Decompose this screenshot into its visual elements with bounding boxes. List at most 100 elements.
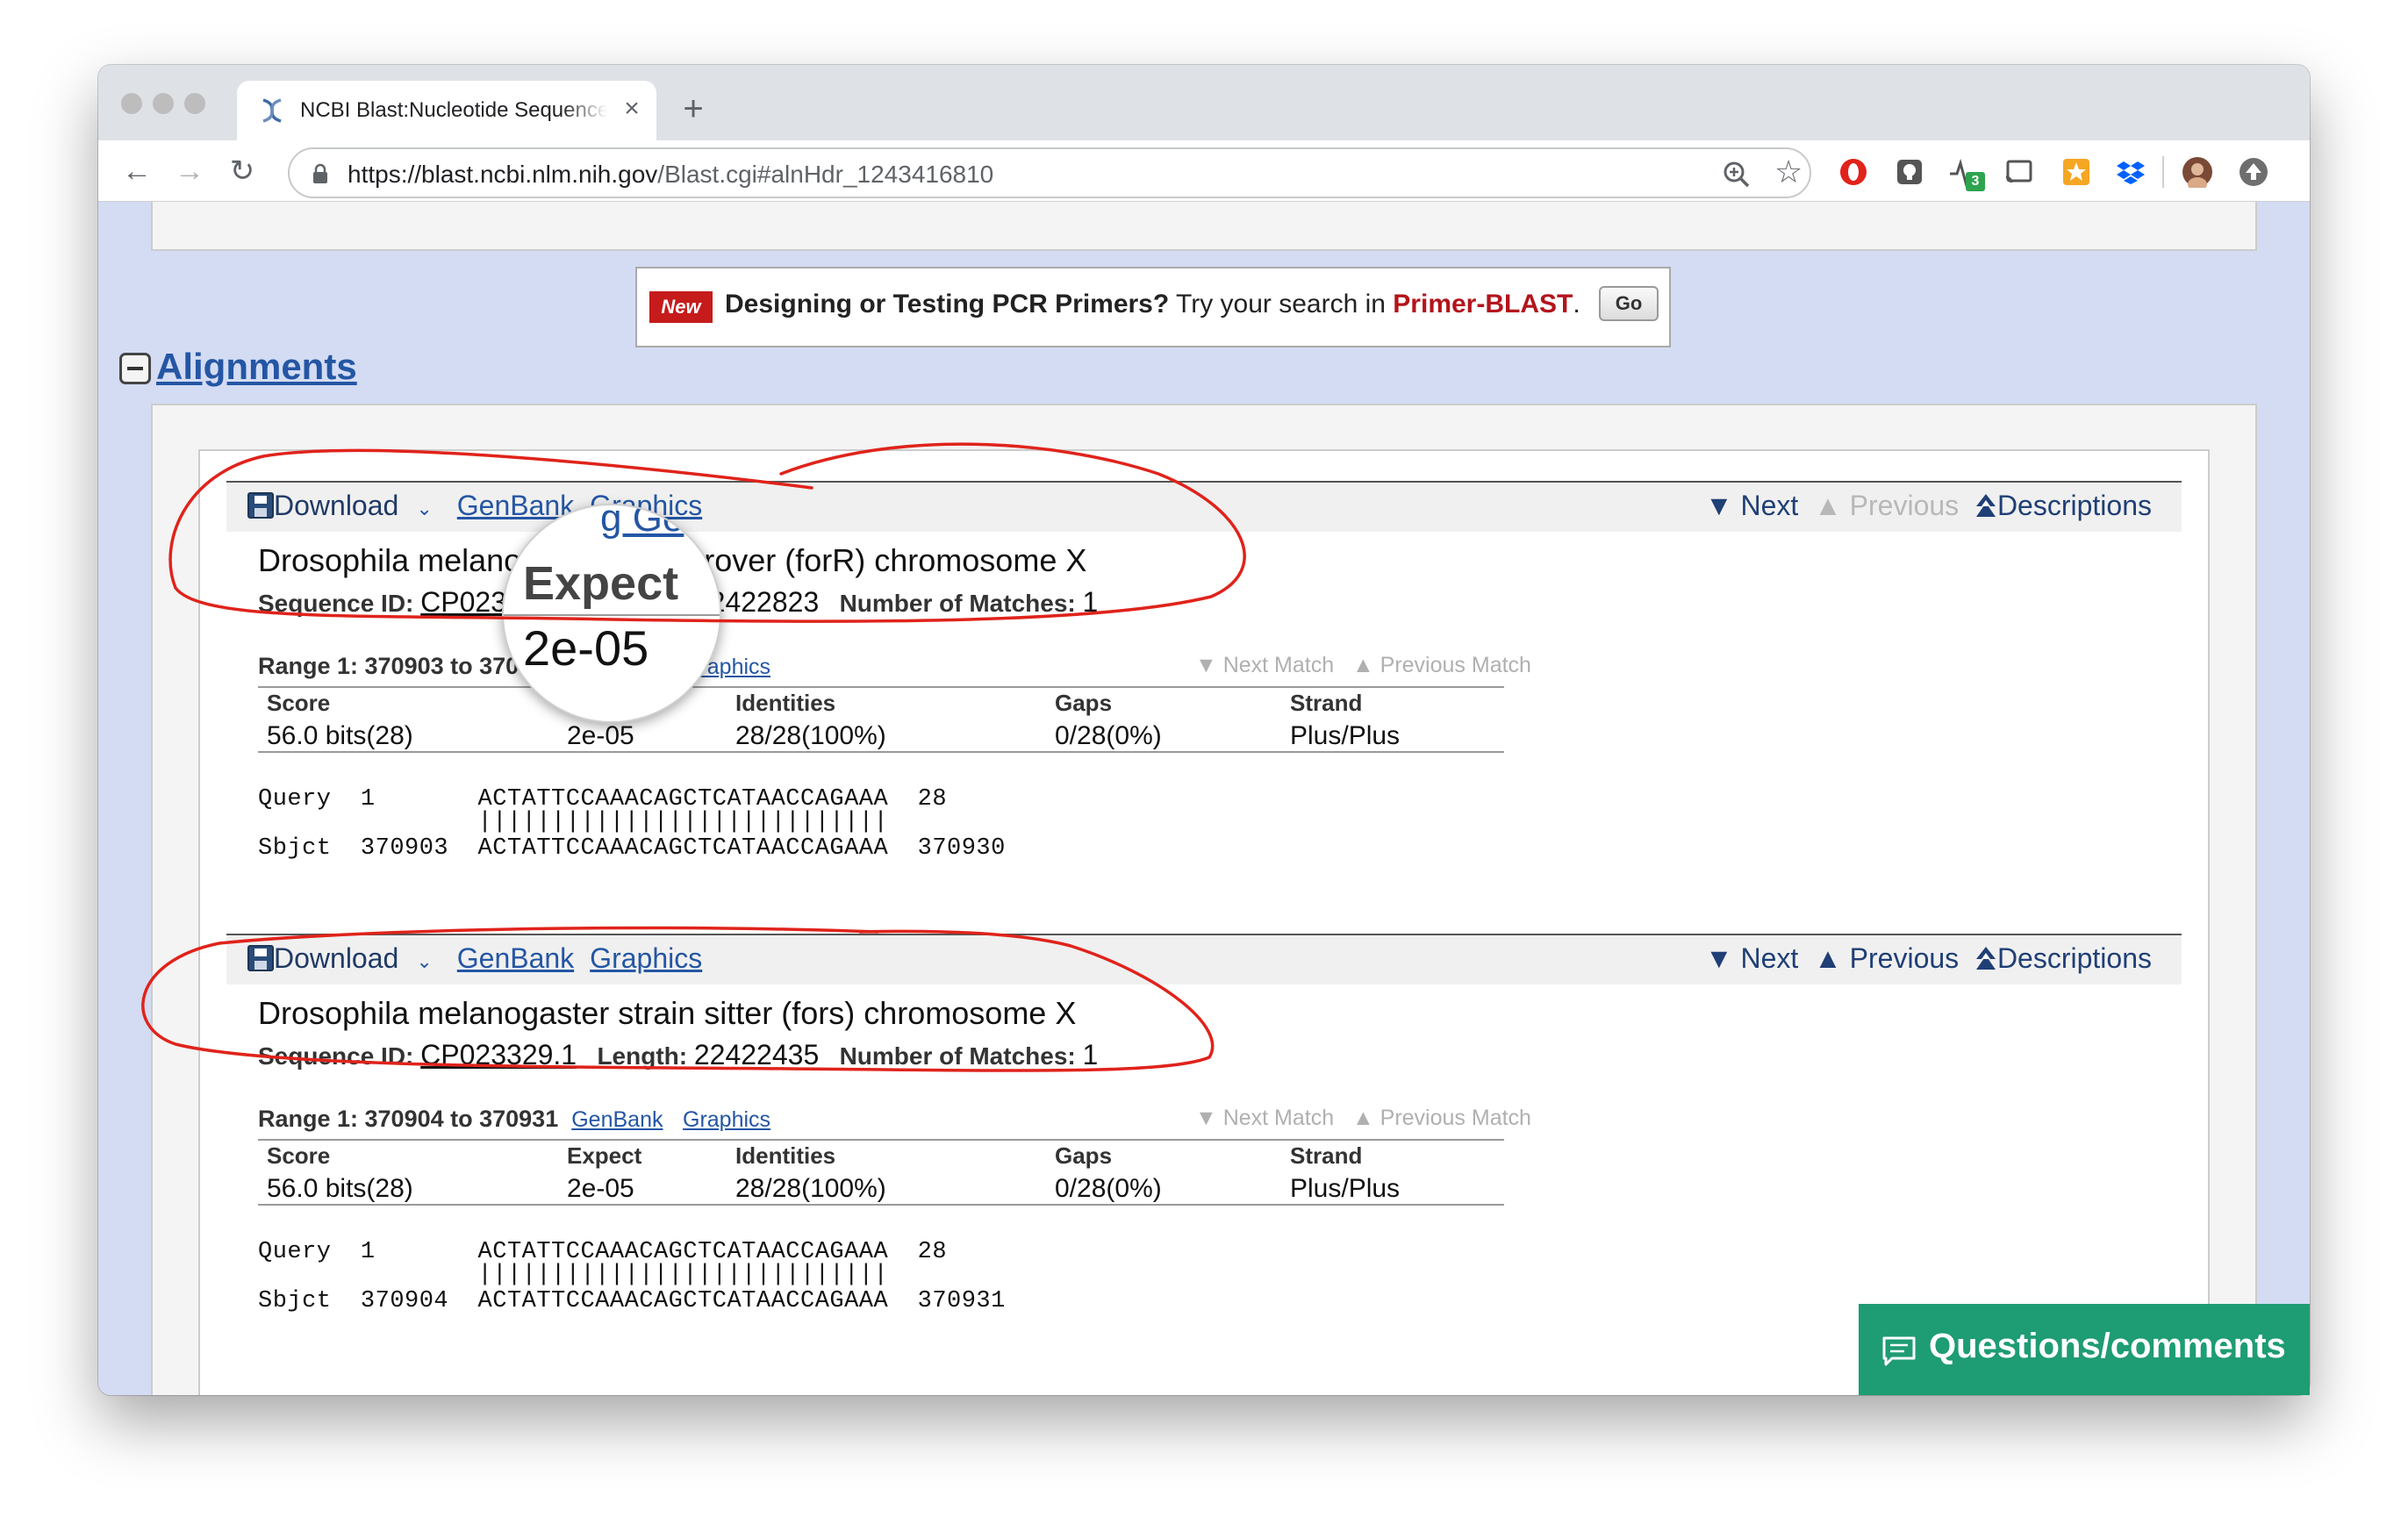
matches-label: Number of Matches: [839,590,1076,617]
reload-button[interactable]: ↻ [225,154,260,190]
sequence-id-label: Sequence ID: [258,590,414,617]
magnifier-callout: g Ge Expect 2e-05 [502,504,721,723]
matches-value: 1 [1082,1039,1099,1070]
genbank-link[interactable]: GenBank [457,942,574,974]
previous-link[interactable]: ▲ Previous [1814,490,1959,521]
download-button[interactable]: Download [274,942,398,974]
promo-bold-text: Designing or Testing PCR Primers? [725,290,1170,319]
toolbar-divider [2162,156,2164,188]
score-header: Score [267,1142,331,1169]
subject-line: Sbjct 370903 ACTATTCCAAACAGCTCATAACCAGAA… [258,835,1006,862]
comment-icon [1882,1336,1916,1366]
chevron-down-icon[interactable]: ⌄ [416,950,432,972]
previous-link[interactable]: ▲ Previous [1814,942,1959,974]
new-tab-button[interactable]: + [676,91,711,128]
cast-icon[interactable] [2003,156,2034,188]
maximize-window-icon[interactable] [184,93,205,114]
gaps-value: 0/28(0%) [1055,721,1162,750]
previous-match-link[interactable]: ▲ Previous Match [1352,1106,1531,1130]
range-genbank-link[interactable]: GenBank [571,1107,663,1132]
range-line: Range 1: 370904 to 370931 GenBank Graphi… [258,1106,770,1133]
hit-toolbar-right: ▼ Next ▲ Previous Descriptions [1705,490,2152,522]
hit-toolbar: Download ⌄ GenBank Graphics ▼ Next ▲ Previo… [226,934,2182,984]
previous-match-link[interactable]: ▲ Previous Match [1352,653,1531,677]
score-value: 56.0 bits(28) [267,721,413,750]
zoom-icon[interactable] [1722,160,1752,190]
next-match-link[interactable]: ▼ Next Match [1195,653,1334,677]
download-icon[interactable] [247,492,274,519]
strand-header: Strand [1290,1142,1363,1169]
next-match-link[interactable]: ▼ Next Match [1195,1106,1334,1130]
double-up-arrow-icon [1975,494,1996,517]
update-icon[interactable] [2238,156,2269,188]
questions-comments-button[interactable]: Questions/comments [1859,1304,2310,1395]
descriptions-link[interactable]: Descriptions [1974,942,2152,974]
close-window-icon[interactable] [121,93,142,114]
graphics-link[interactable]: Graphics [590,942,702,974]
browser-tab[interactable]: NCBI Blast:Nucleotide Sequence × [237,81,656,140]
alignment-hit: Download ⌄ GenBank Graphics ▼ Next ▲ Previo… [226,481,2182,884]
identities-header: Identities [735,1142,836,1169]
strand-header: Strand [1290,690,1363,716]
magnified-expect-label: Expect [523,557,679,610]
url-path: /Blast.cgi#alnHdr_1243416810 [657,161,994,188]
address-bar[interactable]: https://blast.ncbi.nlm.nih.gov/Blast.cgi… [288,147,1811,198]
expect-value: 2e-05 [567,721,634,750]
minimize-window-icon[interactable] [153,93,174,114]
range-label: Range 1: 370904 to 370931 [258,1106,559,1132]
magnified-expect-value: 2e-05 [523,620,649,676]
expect-header: Expect [567,1142,642,1169]
next-link[interactable]: ▼ Next [1705,490,1798,521]
identities-header: Identities [735,690,836,716]
lightbulb-extension-icon[interactable] [1894,156,1925,188]
gaps-value: 0/28(0%) [1055,1174,1162,1203]
magnified-link-fragment: g Ge [600,504,684,540]
genbank-link[interactable]: GenBank [457,490,574,521]
descriptions-label: Descriptions [1996,942,2152,974]
sequence-id-link[interactable]: CP023329.1 [420,1039,577,1070]
match-navigation: ▼ Next Match ▲ Previous Match [1195,653,1531,678]
star-extension-icon[interactable] [2060,156,2092,188]
next-link[interactable]: ▼ Next [1705,942,1798,974]
previous-section-panel [151,202,2257,251]
promo-text: Designing or Testing PCR Primers? Try yo… [725,290,1580,319]
primer-blast-link[interactable]: Primer-BLAST [1393,290,1573,319]
descriptions-link[interactable]: Descriptions [1974,490,2152,521]
score-value: 56.0 bits(28) [267,1174,413,1203]
expect-value: 2e-05 [567,1174,634,1203]
sequence-id-label: Sequence ID: [258,1042,414,1070]
opera-extension-icon[interactable] [1838,156,1869,188]
chevron-down-icon[interactable]: ⌄ [416,498,432,519]
tab-close-icon[interactable]: × [616,93,648,125]
lock-icon [313,163,327,183]
matches-label: Number of Matches: [839,1042,1076,1070]
download-icon[interactable] [247,945,274,971]
forward-button[interactable]: → [172,154,207,190]
range-graphics-link[interactable]: Graphics [683,1107,770,1132]
go-button[interactable]: Go [1599,286,1659,321]
collapse-icon[interactable] [119,353,151,384]
back-button[interactable]: ← [119,154,154,190]
match-bars: |||||||||||||||||||||||||||| [258,1262,889,1288]
url-host: https://blast.ncbi.nlm.nih.gov [348,161,658,188]
length-value: 22422435 [693,1039,820,1070]
url-text: https://blast.ncbi.nlm.nih.gov/Blast.cgi… [348,161,993,189]
hit-toolbar-right: ▼ Next ▲ Previous Descriptions [1705,942,2152,975]
promo-normal-text: Try your search in [1169,290,1394,319]
strand-value: Plus/Plus [1290,1174,1401,1203]
hit-meta: Sequence ID: CP023329.1 Length: 22422435… [258,1039,1098,1071]
title-bar: NCBI Blast:Nucleotide Sequence × + [98,65,2310,140]
profile-avatar[interactable] [2182,156,2213,188]
gaps-header: Gaps [1055,1142,1113,1169]
dropbox-icon[interactable] [2115,156,2146,188]
download-button[interactable]: Download [274,490,398,521]
descriptions-label: Descriptions [1996,490,2152,521]
alignments-section-title[interactable]: Alignments [156,346,357,388]
ncbi-helix-icon [262,98,282,123]
identities-value: 28/28(100%) [735,721,886,750]
bookmark-star-icon[interactable]: ☆ [1774,156,1806,188]
browser-toolbar: ← → ↻ https://blast.ncbi.nlm.nih.gov/Bla… [98,140,2310,202]
matches-value: 1 [1082,586,1099,618]
subject-line: Sbjct 370904 ACTATTCCAAACAGCTCATAACCAGAA… [258,1288,1006,1314]
length-label: Length: [597,1042,688,1070]
